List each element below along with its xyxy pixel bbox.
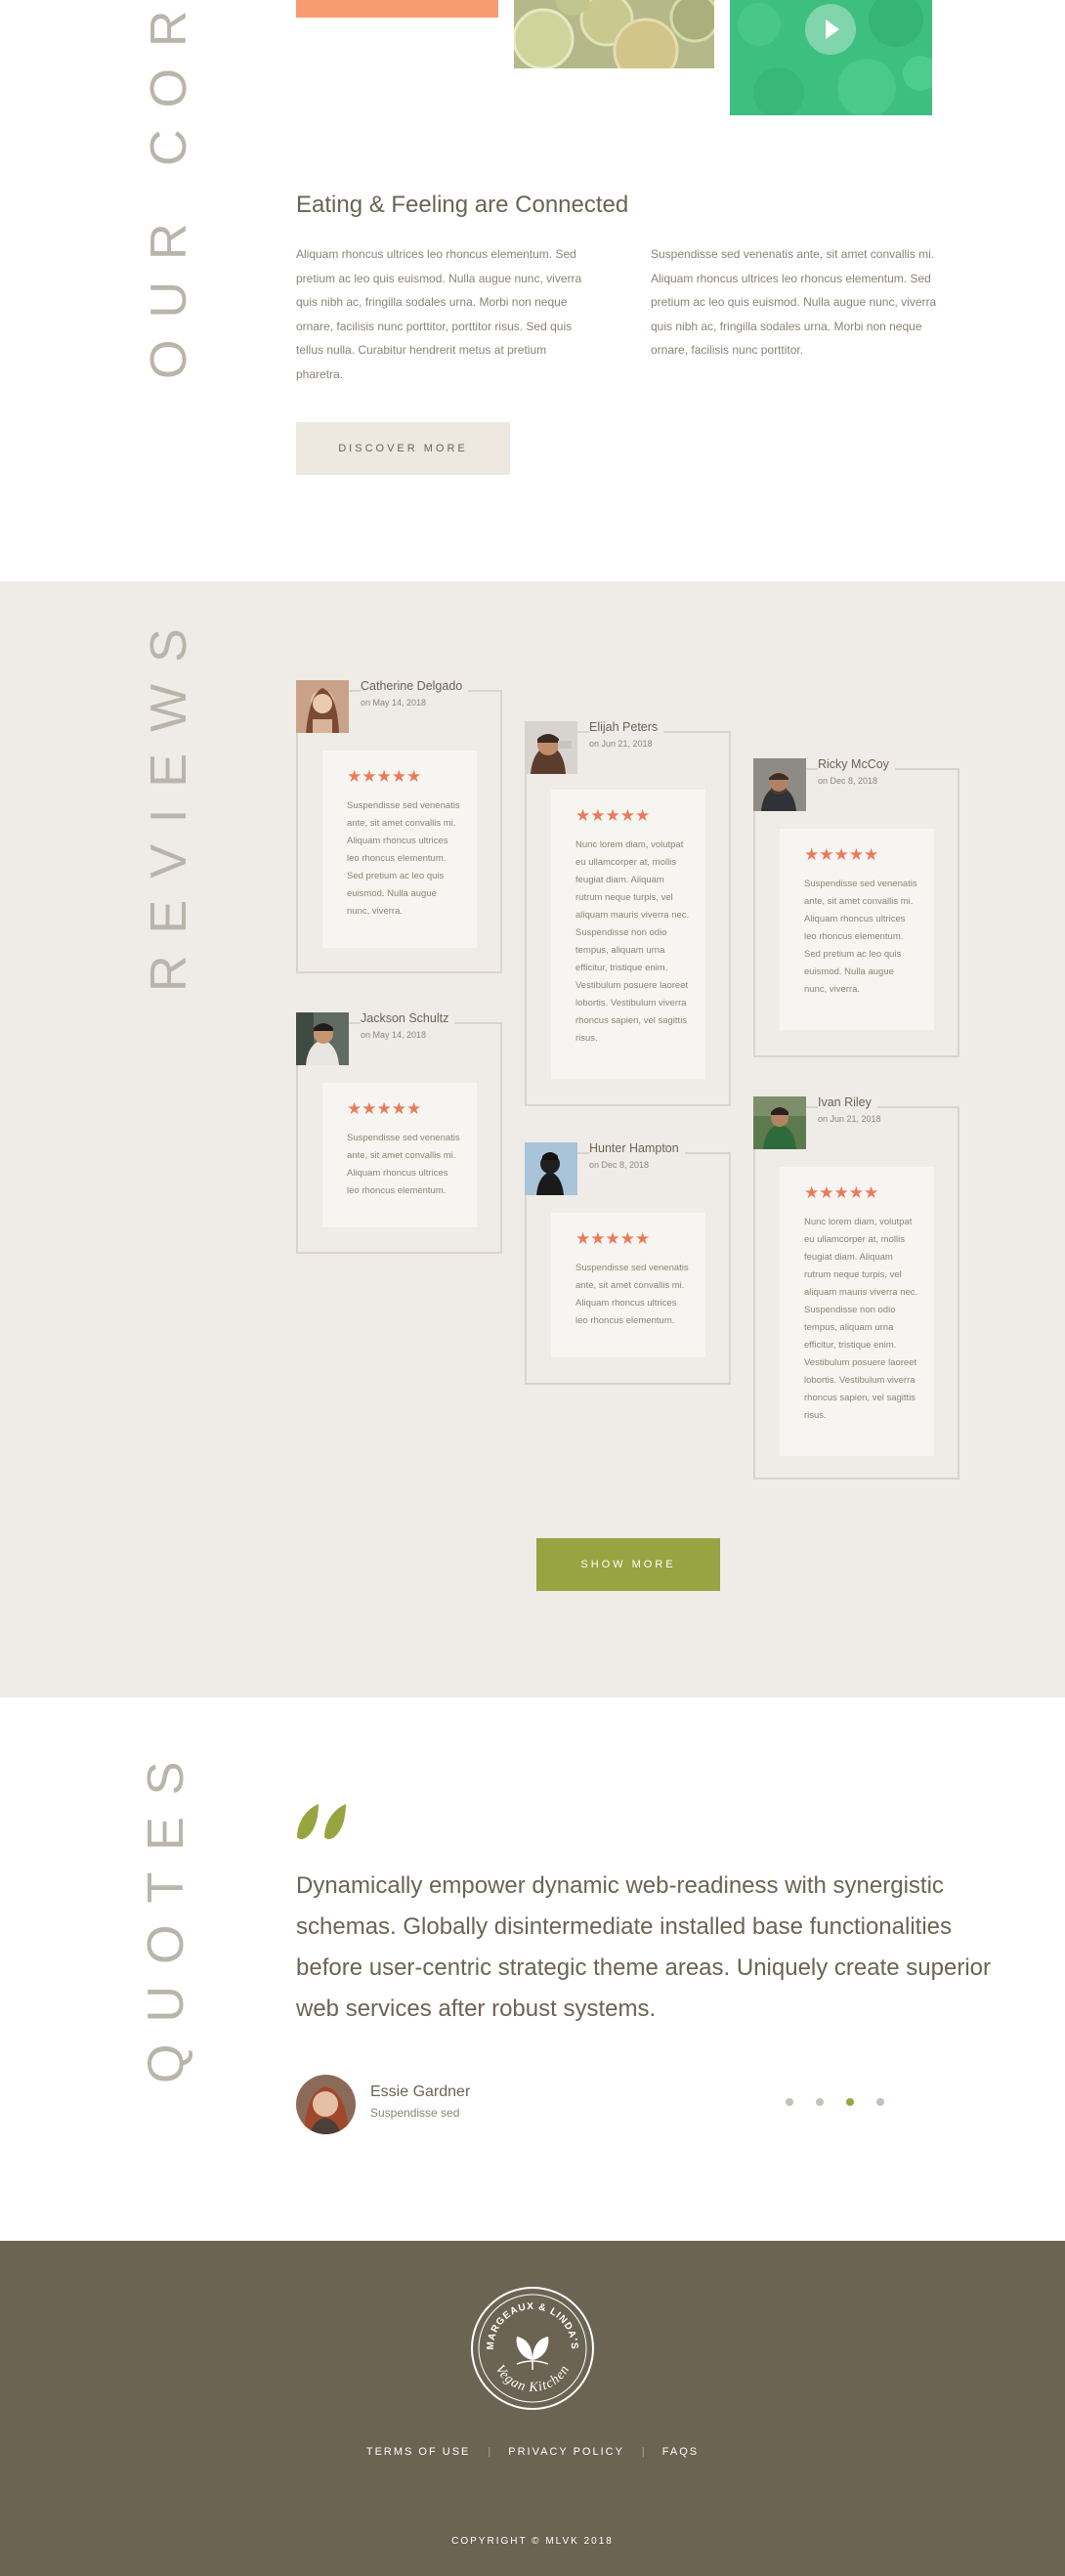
review-body: ★★★★★ Nunc lorem diam, volutpat eu ullam…: [780, 1167, 934, 1456]
review-text: Nunc lorem diam, volutpat eu ullamcorper…: [804, 1217, 918, 1421]
footer-separator: |: [641, 2446, 645, 2458]
our-core-vertical-title: OUR CORE: [141, 0, 197, 379]
review-body: ★★★★★ Suspendisse sed venenatis ante, si…: [780, 829, 934, 1030]
review-text: Suspendisse sed venenatis ante, sit amet…: [575, 1263, 689, 1326]
avatar: [525, 721, 577, 774]
review-card: Elijah Peters on Jun 21, 2018 ★★★★★ Nunc…: [525, 720, 731, 1106]
svg-text:MARGEAUX & LINDA'S: MARGEAUX & LINDA'S: [486, 2301, 579, 2350]
footer: MARGEAUX & LINDA'S Vegan Kitchen TERMS O…: [0, 2241, 1065, 2576]
review-text: Nunc lorem diam, volutpat eu ullamcorper…: [575, 839, 690, 1044]
discover-more-button[interactable]: DISCOVER MORE: [296, 422, 510, 475]
reviewer-name: Hunter Hampton: [589, 1141, 685, 1155]
star-rating: ★★★★★: [804, 845, 879, 865]
review-card: Jackson Schultz on May 14, 2018 ★★★★★ Su…: [296, 1011, 502, 1254]
author-role: Suspendisse sed: [370, 2106, 460, 2120]
author-name: Essie Gardner: [370, 2083, 471, 2100]
review-card: Ivan Riley on Jun 21, 2018 ★★★★★ Nunc lo…: [753, 1095, 959, 1480]
quote-carousel-dots: [786, 2098, 884, 2106]
review-date: on Dec 8, 2018: [589, 1160, 650, 1170]
citrus-image: [514, 0, 714, 68]
avatar: [296, 1012, 349, 1065]
quote-text: Dynamically empower dynamic web-readines…: [296, 1872, 991, 2022]
review-card: Catherine Delgado on May 14, 2018 ★★★★★ …: [296, 679, 502, 973]
review-card: Ricky McCoy on Dec 8, 2018 ★★★★★ Suspend…: [753, 757, 959, 1057]
core-text-left: Aliquam rhoncus ultrices leo rhoncus ele…: [296, 247, 582, 381]
review-date: on Dec 8, 2018: [818, 776, 878, 786]
copyright-text: COPYRIGHT © MLVK 2018: [451, 2536, 614, 2547]
review-text: Suspendisse sed venenatis ante, sit amet…: [804, 879, 917, 995]
footer-nav: TERMS OF USE | PRIVACY POLICY | FAQS: [0, 2446, 1065, 2458]
star-rating: ★★★★★: [575, 1229, 651, 1249]
star-rating: ★★★★★: [347, 1099, 422, 1119]
footer-separator: |: [488, 2446, 491, 2458]
avatar: [753, 758, 806, 811]
orange-image-block: [296, 0, 498, 18]
review-date: on May 14, 2018: [361, 698, 427, 708]
review-body: ★★★★★ Nunc lorem diam, volutpat eu ullam…: [551, 790, 705, 1079]
review-text: Suspendisse sed venenatis ante, sit amet…: [347, 800, 460, 917]
quote-mark-icon: [295, 1804, 350, 1844]
review-date: on Jun 21, 2018: [589, 739, 653, 749]
star-rating: ★★★★★: [575, 806, 651, 826]
reviews-section: REVIEWS Catherine Delgado on May 14, 201…: [0, 581, 1065, 1697]
reviewer-name: Ivan Riley: [818, 1095, 877, 1109]
carousel-dot-3[interactable]: [846, 2098, 854, 2106]
carousel-dot-2[interactable]: [816, 2098, 824, 2106]
play-icon[interactable]: [805, 4, 856, 55]
review-card: Hunter Hampton on Dec 8, 2018 ★★★★★ Susp…: [525, 1141, 731, 1385]
review-text: Suspendisse sed venenatis ante, sit amet…: [347, 1133, 460, 1196]
faqs-link[interactable]: FAQS: [662, 2446, 699, 2458]
privacy-policy-link[interactable]: PRIVACY POLICY: [508, 2446, 624, 2458]
review-date: on Jun 21, 2018: [818, 1114, 881, 1124]
core-heading: Eating & Feeling are Connected: [296, 192, 629, 218]
carousel-dot-4[interactable]: [876, 2098, 884, 2106]
brand-logo[interactable]: MARGEAUX & LINDA'S Vegan Kitchen: [470, 2286, 595, 2411]
review-body: ★★★★★ Suspendisse sed venenatis ante, si…: [322, 751, 477, 948]
reviewer-name: Ricky McCoy: [818, 757, 895, 771]
reviews-vertical-title: REVIEWS: [141, 607, 197, 992]
review-body: ★★★★★ Suspendisse sed venenatis ante, si…: [322, 1083, 477, 1227]
carousel-dot-1[interactable]: [786, 2098, 793, 2106]
review-date: on May 14, 2018: [361, 1030, 427, 1040]
terms-of-use-link[interactable]: TERMS OF USE: [366, 2446, 471, 2458]
star-rating: ★★★★★: [804, 1183, 879, 1203]
reviewer-name: Elijah Peters: [589, 720, 664, 734]
quotes-section: QUOTES Dynamically empower dynamic web-r…: [0, 1697, 1065, 2241]
review-body: ★★★★★ Suspendisse sed venenatis ante, si…: [551, 1213, 705, 1357]
quotes-vertical-title: QUOTES: [138, 1739, 194, 2083]
core-text-right: Suspendisse sed venenatis ante, sit amet…: [651, 247, 937, 357]
avatar: [296, 680, 349, 733]
avatar: [753, 1096, 806, 1149]
our-core-section: OUR CORE Eating & Feeling are Connected …: [0, 0, 1065, 581]
star-rating: ★★★★★: [347, 767, 422, 787]
author-avatar: [296, 2075, 356, 2134]
reviewer-name: Catherine Delgado: [361, 679, 469, 693]
avatar: [525, 1142, 577, 1195]
reviewer-name: Jackson Schultz: [361, 1011, 455, 1025]
show-more-button[interactable]: SHOW MORE: [536, 1538, 720, 1591]
